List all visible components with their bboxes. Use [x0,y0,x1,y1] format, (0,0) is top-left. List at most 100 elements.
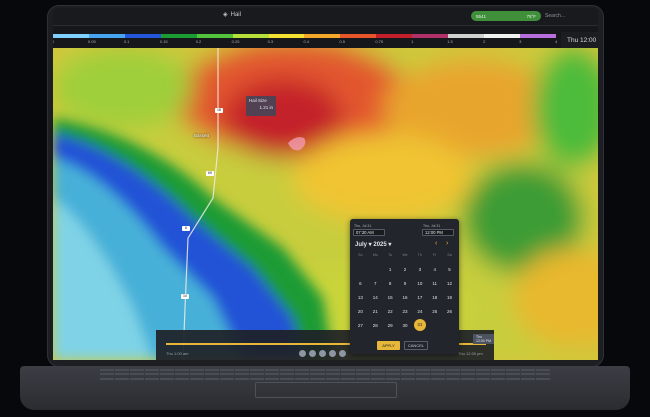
calendar-day[interactable]: 8 [383,280,398,287]
legend-swatch [484,34,520,38]
calendar-day[interactable]: 22 [383,308,398,315]
legend-ticks: 0 0.05 0.1 0.15 0.2 0.25 0.3 0.4 0.5 0.75 1 1.5 2 3 4 [53,39,557,47]
key [160,369,175,371]
key [400,373,415,376]
end-time-input[interactable]: 12:00 PM [422,229,454,236]
key [235,369,250,371]
key [250,373,265,376]
start-time-input[interactable]: 07:30 AM [353,229,385,236]
key [130,373,145,376]
key [385,377,400,380]
key [475,377,490,380]
cancel-button[interactable]: CANCEL [404,341,428,350]
legend-tick: 0 [53,39,55,44]
start-date-label: Thu, Jul 31 [354,224,372,228]
key [505,377,520,380]
key [445,373,460,376]
calendar-day[interactable]: 9 [398,280,413,287]
legend-tick: 0.2 [195,39,202,44]
calendar-day[interactable]: 31 [413,319,426,331]
key [355,369,370,371]
current-time[interactable]: Thu 12:00 [561,32,598,49]
key [505,373,520,376]
skip-forward-icon[interactable] [339,350,346,357]
timeline-current-tag: Thu 12:00 PM [473,334,494,344]
playback-controls [299,350,346,357]
layer-selector[interactable]: ◈ Hail [223,11,241,19]
play-icon[interactable] [319,350,326,357]
calendar-day[interactable]: 7 [368,280,383,287]
calendar-day[interactable]: 28 [368,322,383,329]
key [430,369,445,371]
key [220,373,235,376]
legend-swatch [340,34,377,38]
legend-swatch [88,34,125,38]
top-bar: ◈ Hail 5541 75°F Search... [53,8,598,26]
key [145,369,160,371]
timeline-end: Thu 12:00 pm [458,351,483,356]
calendar-day[interactable]: 11 [427,280,442,287]
calendar-day[interactable]: 21 [368,308,383,315]
key [520,373,535,376]
calendar-day[interactable]: 18 [427,294,442,301]
key [460,369,475,371]
calendar-day[interactable]: 20 [353,308,368,315]
key [205,373,220,376]
key [265,377,280,380]
key [370,373,385,376]
calendar-day[interactable]: 3 [412,266,427,273]
weekday-header: Th [417,253,422,257]
calendar-day[interactable]: 2 [398,266,413,273]
key [325,369,340,371]
key [460,373,475,376]
calendar-day[interactable]: 29 [383,322,398,329]
calendar-day[interactable]: 30 [398,322,413,329]
calendar-day[interactable]: 10 [412,280,427,287]
month-year-selector[interactable]: July ▾ 2025 ▾ [355,241,391,248]
prev-month-icon[interactable]: ‹ [435,240,437,247]
calendar-day[interactable]: 14 [368,294,383,301]
calendar-day[interactable]: 1 [383,266,398,273]
calendar-day[interactable]: 5 [442,266,457,273]
calendar-day[interactable]: 6 [353,280,368,287]
calendar-day[interactable]: 24 [412,308,427,315]
key [115,369,130,371]
highway-shield: 6 [182,226,190,231]
legend-swatch [519,34,556,38]
calendar-day[interactable]: 12 [442,280,457,287]
search-input[interactable]: Search... [545,11,598,21]
next-month-icon[interactable]: › [446,240,448,247]
key [295,369,310,371]
legend-swatch [160,34,197,38]
apply-button[interactable]: APPLY [377,341,400,350]
key [190,373,205,376]
step-back-icon[interactable] [309,350,316,357]
calendar-day[interactable]: 19 [442,294,457,301]
calendar-day[interactable]: 26 [442,308,457,315]
calendar-day[interactable]: 23 [398,308,413,315]
weekday-header: Fr [433,253,437,257]
key [115,377,130,380]
skip-back-icon[interactable] [299,350,306,357]
calendar-day[interactable]: 16 [398,294,413,301]
step-forward-icon[interactable] [329,350,336,357]
calendar-day[interactable]: 15 [383,294,398,301]
key [505,369,520,371]
legend-swatch [268,34,305,38]
key [340,373,355,376]
hail-map[interactable] [53,48,598,360]
key [415,369,430,371]
location-pill[interactable]: 5541 75°F [471,11,541,21]
calendar-day[interactable]: 17 [412,294,427,301]
key [340,369,355,371]
highway-shield: 10 [181,294,189,299]
calendar-day[interactable]: 25 [427,308,442,315]
calendar-day[interactable]: 27 [353,322,368,329]
legend-tick: 0.25 [231,39,240,44]
calendar-day[interactable]: 4 [427,266,442,273]
key [310,377,325,380]
legend-tick: 0.3 [267,39,274,44]
calendar-day[interactable]: 13 [353,294,368,301]
key [295,377,310,380]
key [310,373,325,376]
